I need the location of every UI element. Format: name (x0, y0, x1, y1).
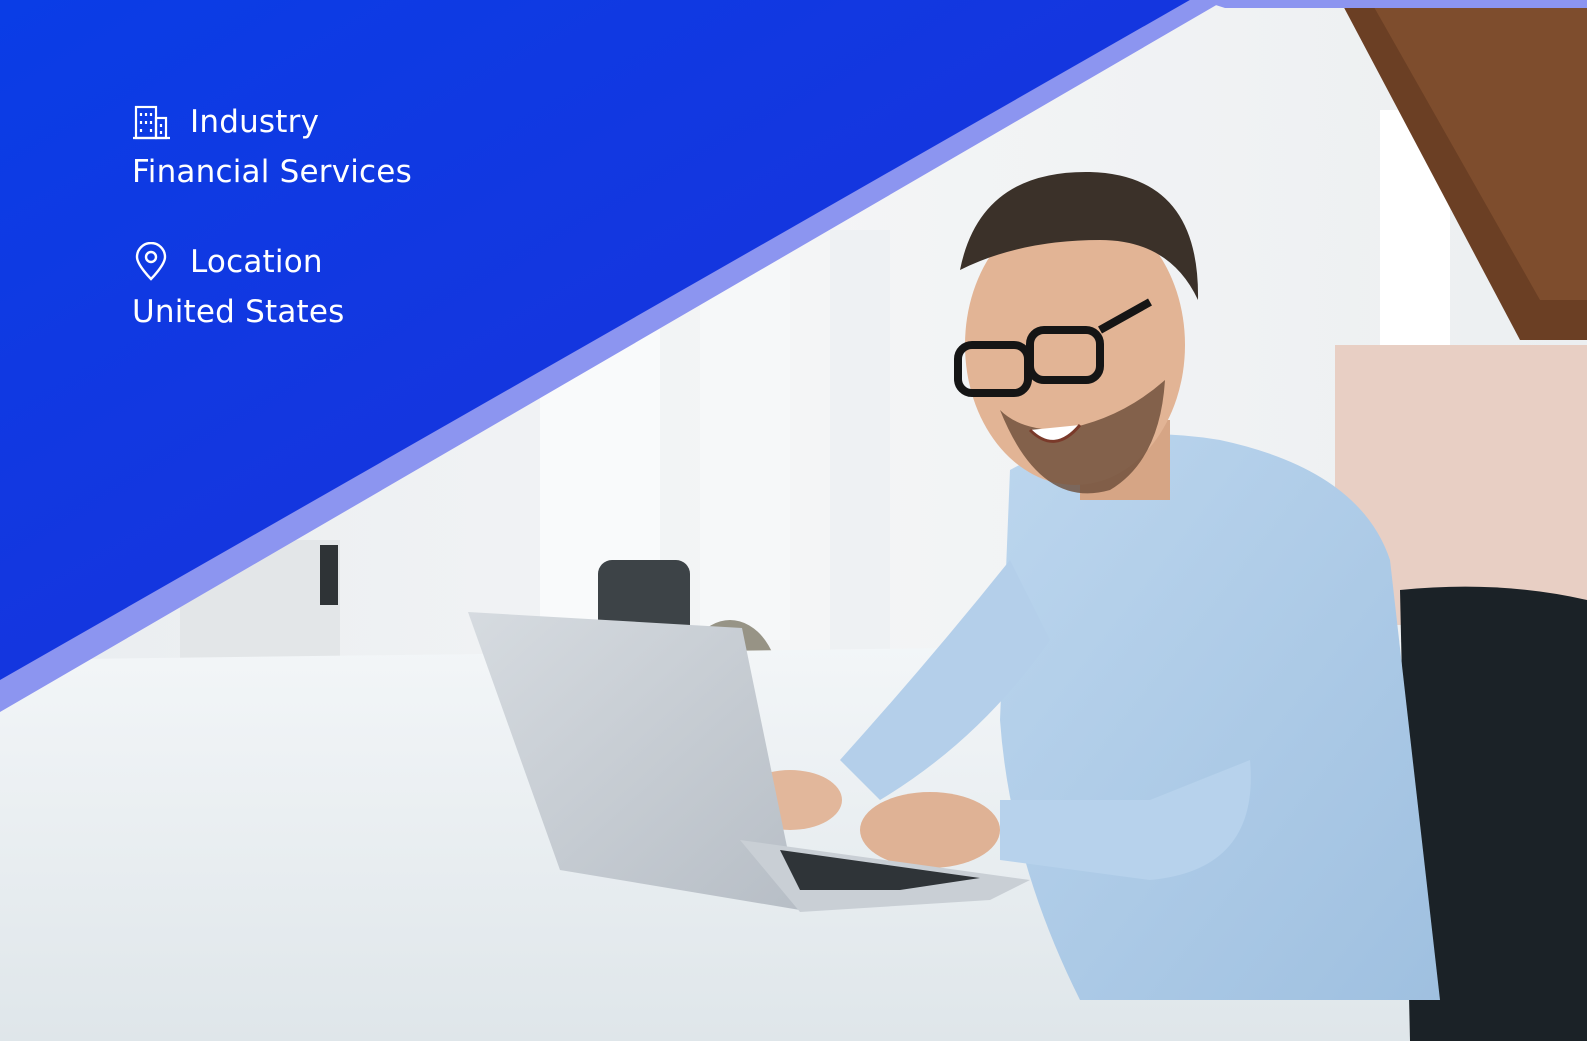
location-label: Location (190, 244, 323, 280)
location-pin-icon (132, 240, 176, 284)
industry-value: Financial Services (132, 154, 412, 190)
industry-header: Industry (132, 98, 412, 146)
industry-label: Industry (190, 104, 320, 140)
building-icon (132, 100, 176, 144)
location-header: Location (132, 238, 412, 286)
project-details: Industry Financial Services Location Uni… (132, 98, 412, 332)
hero-banner: Industry Financial Services Location Uni… (0, 0, 1587, 1041)
industry-block: Industry Financial Services (132, 98, 412, 192)
location-block: Location United States (132, 238, 412, 332)
location-value: United States (132, 294, 345, 330)
